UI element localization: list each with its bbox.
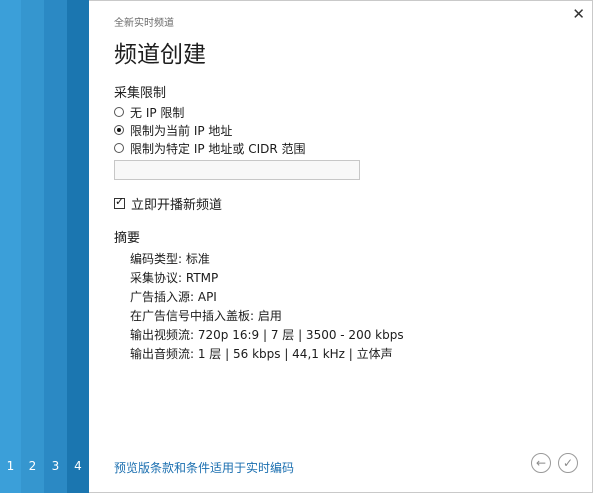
wizard-step-1[interactable]: 1 — [0, 0, 21, 493]
wizard-step-number: 4 — [74, 459, 82, 473]
summary-video-output: 输出视频流: 720p 16:9 | 7 层 | 3500 - 200 kbps — [130, 328, 404, 342]
radio-specific-ip-cidr[interactable]: 限制为特定 IP 地址或 CIDR 范围 — [114, 141, 569, 156]
wizard-step-2[interactable]: 2 — [21, 0, 44, 493]
summary-ad-source: 广告插入源: API — [130, 290, 217, 304]
radio-label: 无 IP 限制 — [130, 105, 185, 120]
summary-audio-output: 输出音频流: 1 层 | 56 kbps | 44,1 kHz | 立体声 — [130, 347, 393, 361]
summary-slate-insert: 在广告信号中插入盖板: 启用 — [130, 309, 282, 323]
wizard-step-number: 3 — [51, 459, 60, 473]
start-broadcast-toggle[interactable]: 立即开播新频道 — [114, 194, 569, 213]
wizard-step-3[interactable]: 3 — [44, 0, 67, 493]
close-icon[interactable]: ✕ — [572, 5, 585, 23]
summary-encoding-type: 编码类型: 标准 — [130, 252, 210, 266]
checkmark-icon[interactable]: ✓ — [558, 453, 578, 473]
radio-no-ip-restriction[interactable]: 无 IP 限制 — [114, 105, 569, 120]
radio-label: 限制为当前 IP 地址 — [130, 123, 233, 138]
radio-current-ip[interactable]: 限制为当前 IP 地址 — [114, 123, 569, 138]
summary-ingest-protocol: 采集协议: RTMP — [130, 271, 219, 285]
summary-list: 编码类型: 标准 采集协议: RTMP 广告插入源: API 在广告信号中插入盖… — [130, 250, 569, 364]
checkbox[interactable] — [114, 195, 125, 209]
radio-button[interactable] — [114, 107, 124, 117]
page-title: 频道创建 — [114, 42, 206, 68]
radio-label: 限制为特定 IP 地址或 CIDR 范围 — [130, 141, 306, 156]
cidr-range-input[interactable] — [114, 160, 360, 180]
summary-title: 摘要 — [114, 231, 141, 246]
ingest-restriction-label: 采集限制 — [114, 86, 167, 101]
wizard-step-number: 2 — [28, 459, 37, 473]
radio-button[interactable] — [114, 125, 124, 135]
checkbox-label: 立即开播新频道 — [131, 198, 223, 213]
page-subtitle: 全新实时频道 — [114, 18, 174, 29]
arrow-left-icon[interactable]: ← — [531, 453, 551, 473]
wizard-content: 全新实时频道 频道创建 采集限制 无 IP 限制 限制为当前 IP 地址 限制为… — [114, 12, 569, 364]
wizard-steps-bar: 1 2 3 4 — [0, 0, 89, 493]
wizard-step-number: 1 — [6, 459, 15, 473]
wizard-step-4[interactable]: 4 — [67, 0, 89, 493]
radio-button[interactable] — [114, 143, 124, 153]
terms-link[interactable]: 预览版条款和条件适用于实时编码 — [114, 459, 294, 476]
